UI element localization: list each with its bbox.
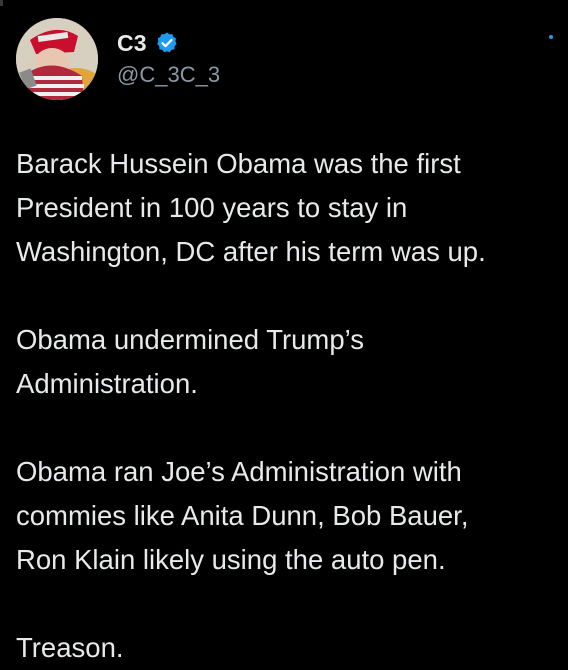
text-line: Treason. <box>16 632 124 663</box>
post-text: Barack Hussein Obama was the first Presi… <box>16 142 561 670</box>
paragraph: Obama ran Joe’s Administration with comm… <box>16 450 561 582</box>
text-line: Barack Hussein Obama was the first <box>16 148 461 179</box>
avatar[interactable] <box>16 18 98 100</box>
tweet-card: C3 @C_3C_3 Barack Hussein Obama was the … <box>0 0 568 663</box>
display-name[interactable]: C3 <box>117 30 147 57</box>
text-line: Washington, DC after his term was up. <box>16 236 486 267</box>
paragraph: Treason. <box>16 626 561 670</box>
verified-badge-icon <box>155 31 179 55</box>
text-line: Obama undermined Trump’s <box>16 324 364 355</box>
text-line: Obama ran Joe’s Administration with <box>16 456 462 487</box>
user-handle[interactable]: @C_3C_3 <box>117 62 220 88</box>
name-row: C3 <box>117 28 220 58</box>
corner-mark <box>0 0 3 6</box>
text-line: Ron Klain likely using the auto pen. <box>16 544 446 575</box>
paragraph: Barack Hussein Obama was the first Presi… <box>16 142 561 274</box>
paragraph: Obama undermined Trump’s Administration. <box>16 318 561 406</box>
avatar-image <box>16 18 98 100</box>
text-line: commies like Anita Dunn, Bob Bauer, <box>16 500 469 531</box>
indicator-dot-icon <box>549 35 553 39</box>
text-line: President in 100 years to stay in <box>16 192 408 223</box>
text-line: Administration. <box>16 368 198 399</box>
post-header: C3 @C_3C_3 <box>117 28 220 88</box>
